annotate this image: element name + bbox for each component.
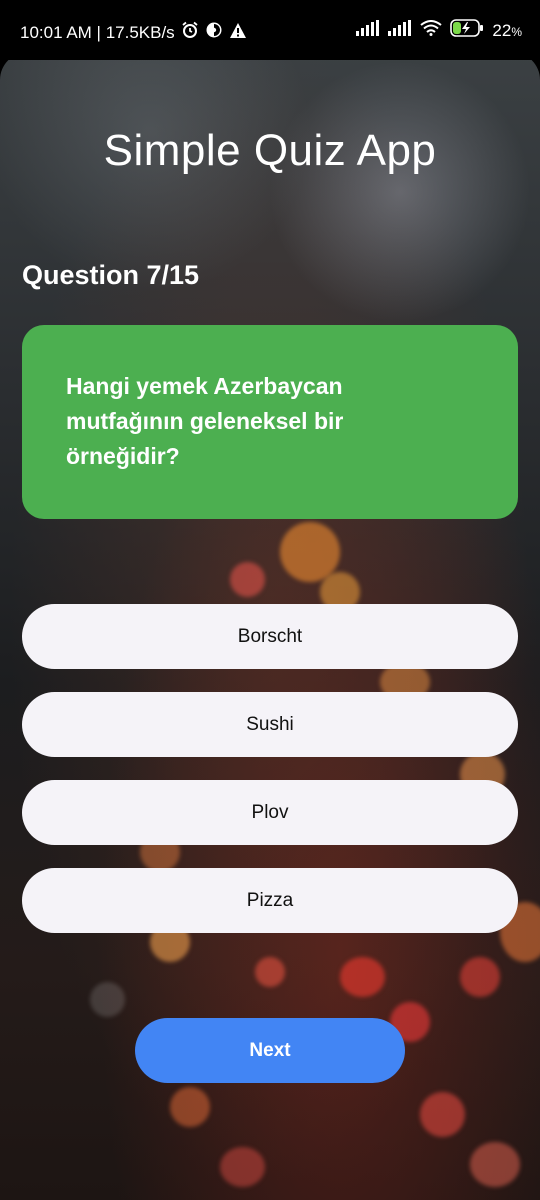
status-time-speed: 10:01 AM | 17.5KB/s bbox=[20, 22, 175, 42]
warning-icon bbox=[229, 22, 247, 44]
answer-button-sushi[interactable]: Sushi bbox=[22, 692, 518, 757]
status-right: 22% bbox=[356, 19, 522, 42]
next-button[interactable]: Next bbox=[135, 1018, 405, 1083]
wifi-icon bbox=[420, 20, 443, 41]
battery-charging-icon bbox=[450, 19, 484, 42]
status-left: 10:01 AM | 17.5KB/s bbox=[20, 21, 247, 44]
data-saver-icon bbox=[205, 21, 223, 44]
question-counter: Question 7/15 bbox=[22, 260, 200, 290]
answer-button-plov[interactable]: Plov bbox=[22, 780, 518, 845]
screen: 10:01 AM | 17.5KB/s 22% Simple Quiz App … bbox=[0, 0, 540, 1200]
status-bar: 10:01 AM | 17.5KB/s 22% bbox=[0, 0, 540, 60]
signal-icon bbox=[356, 20, 380, 41]
answer-button-borscht[interactable]: Borscht bbox=[22, 604, 518, 669]
app-title: Simple Quiz App bbox=[103, 126, 437, 175]
battery-percentage: 22% bbox=[492, 20, 522, 40]
alarm-icon bbox=[181, 21, 199, 44]
answer-button-pizza[interactable]: Pizza bbox=[22, 868, 518, 933]
question-text: Hangi yemek Azerbaycan mutfağının gelene… bbox=[66, 373, 344, 469]
signal-icon bbox=[388, 20, 412, 41]
question-card: Hangi yemek Azerbaycan mutfağının gelene… bbox=[22, 325, 518, 519]
